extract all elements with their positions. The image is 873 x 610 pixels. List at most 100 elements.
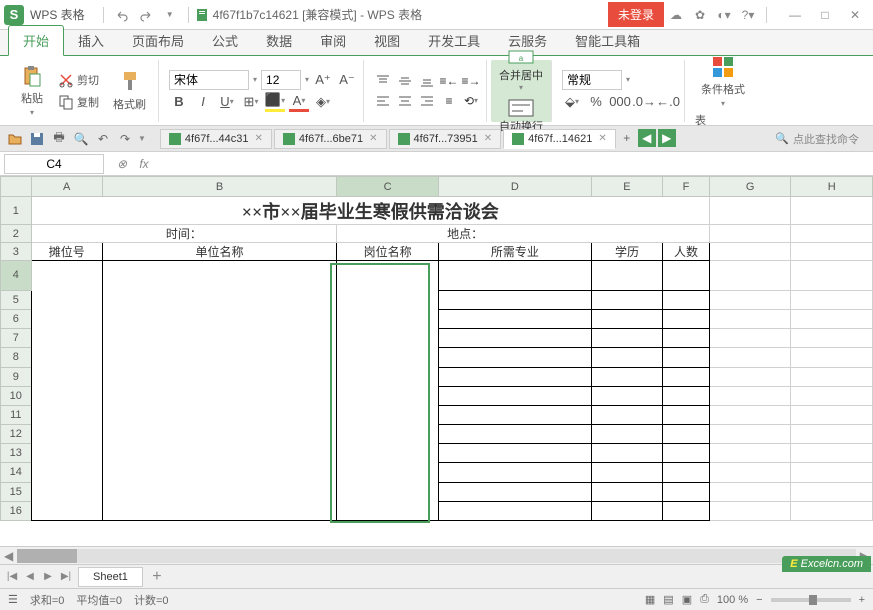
italic-button[interactable]: I (193, 92, 213, 112)
cell[interactable] (791, 367, 873, 386)
tab-view[interactable]: 视图 (360, 26, 414, 55)
cell[interactable] (591, 425, 662, 444)
first-sheet-icon[interactable]: |◀ (4, 569, 20, 585)
cell[interactable] (709, 243, 790, 261)
increase-decimal-button[interactable]: .0→ (634, 92, 654, 112)
close-icon[interactable]: ✕ (598, 133, 606, 144)
cell[interactable] (591, 482, 662, 501)
cell[interactable] (439, 348, 592, 367)
cell[interactable] (709, 261, 790, 291)
cell[interactable] (709, 197, 790, 225)
close-icon[interactable]: ✕ (484, 133, 492, 144)
currency-button[interactable]: ⬙▾ (562, 92, 582, 112)
spreadsheet-grid[interactable]: A B C D E F G H 1 ××市××届毕业生寒假供需洽谈会 2 时间：… (0, 176, 873, 521)
align-middle-button[interactable] (396, 72, 414, 90)
tab-layout[interactable]: 页面布局 (118, 26, 198, 55)
col-header-a[interactable]: A (31, 177, 102, 197)
row-header-5[interactable]: 5 (1, 290, 32, 309)
print-icon[interactable]: ⎙ (700, 593, 709, 606)
cell[interactable] (791, 405, 873, 424)
horizontal-scrollbar[interactable]: ◀ ▶ (0, 546, 873, 564)
view-page-icon[interactable]: ▤ (663, 593, 673, 606)
cell-header-degree[interactable]: 学历 (591, 243, 662, 261)
cell[interactable] (337, 261, 439, 521)
next-sheet-icon[interactable]: ▶ (40, 569, 56, 585)
cell[interactable] (439, 329, 592, 348)
col-header-f[interactable]: F (663, 177, 710, 197)
cell[interactable] (709, 348, 790, 367)
undo-icon[interactable] (113, 6, 131, 24)
bold-button[interactable]: B (169, 92, 189, 112)
cell[interactable] (709, 405, 790, 424)
comma-button[interactable]: 000 (610, 92, 630, 112)
row-header-8[interactable]: 8 (1, 348, 32, 367)
cell[interactable] (31, 261, 102, 521)
cell[interactable] (591, 405, 662, 424)
row-header-4[interactable]: 4 (1, 261, 32, 291)
cell[interactable] (591, 261, 662, 291)
cell[interactable] (439, 310, 592, 329)
tab-start[interactable]: 开始 (8, 25, 64, 56)
cell-reference-input[interactable] (4, 154, 104, 174)
dropdown-icon[interactable]: ▼ (161, 6, 179, 24)
tab-insert[interactable]: 插入 (64, 26, 118, 55)
row-header-3[interactable]: 3 (1, 243, 32, 261)
col-header-c[interactable]: C (337, 177, 439, 197)
row-header-11[interactable]: 11 (1, 405, 32, 424)
cell[interactable] (709, 425, 790, 444)
print-icon[interactable]: 🖶 (50, 130, 68, 148)
cell[interactable] (591, 386, 662, 405)
open-icon[interactable] (6, 130, 24, 148)
fx-button[interactable]: fx (134, 155, 154, 173)
row-header-7[interactable]: 7 (1, 329, 32, 348)
doc-tab-3[interactable]: 4f67f...73951✕ (389, 129, 502, 149)
preview-icon[interactable]: 🔍 (72, 130, 90, 148)
doc-tab-4[interactable]: 4f67f...14621✕ (503, 129, 616, 149)
cell[interactable] (709, 310, 790, 329)
row-header-12[interactable]: 12 (1, 425, 32, 444)
cell[interactable] (591, 463, 662, 482)
cell[interactable] (439, 501, 592, 520)
cell[interactable] (439, 444, 592, 463)
close-button[interactable]: ✕ (841, 3, 869, 27)
orientation-button[interactable]: ⟲▾ (462, 92, 480, 110)
cell[interactable] (791, 329, 873, 348)
copy-button[interactable]: 复制 (54, 92, 103, 112)
cell[interactable] (439, 425, 592, 444)
cell[interactable] (709, 367, 790, 386)
col-header-d[interactable]: D (439, 177, 592, 197)
formula-input[interactable] (158, 155, 873, 173)
cell-header-booth[interactable]: 摊位号 (31, 243, 102, 261)
tab-review[interactable]: 审阅 (306, 26, 360, 55)
cell-header-count[interactable]: 人数 (663, 243, 710, 261)
col-header-g[interactable]: G (709, 177, 790, 197)
align-left-button[interactable] (374, 92, 392, 110)
fill-color-button[interactable]: ⬛▾ (265, 92, 285, 112)
cell[interactable] (439, 367, 592, 386)
doc-tab-1[interactable]: 4f67f...44c31✕ (160, 129, 272, 149)
cell[interactable] (439, 405, 592, 424)
close-icon[interactable]: ✕ (255, 133, 263, 144)
cell[interactable] (663, 501, 710, 520)
cut-button[interactable]: 剪切 (54, 70, 103, 90)
help-icon[interactable]: ?▾ (739, 6, 757, 24)
cell[interactable] (439, 261, 592, 291)
row-header-15[interactable]: 15 (1, 482, 32, 501)
col-header-b[interactable]: B (102, 177, 336, 197)
last-sheet-icon[interactable]: ▶| (58, 569, 74, 585)
align-bottom-button[interactable] (418, 72, 436, 90)
tab-nav-left-icon[interactable]: ◀ (638, 129, 656, 147)
indent-left-button[interactable]: ≡← (440, 72, 458, 90)
cell[interactable] (591, 444, 662, 463)
cell[interactable] (791, 261, 873, 291)
cell[interactable] (439, 482, 592, 501)
font-size-select[interactable] (261, 70, 301, 90)
cell-title[interactable]: ××市××届毕业生寒假供需洽谈会 (31, 197, 709, 225)
underline-button[interactable]: U▾ (217, 92, 237, 112)
add-tab-button[interactable]: + (618, 129, 636, 147)
merge-center-button[interactable]: a 合并居中▾ (493, 45, 549, 94)
cell[interactable] (709, 329, 790, 348)
cell[interactable] (663, 261, 710, 291)
align-top-button[interactable] (374, 72, 392, 90)
percent-button[interactable]: % (586, 92, 606, 112)
